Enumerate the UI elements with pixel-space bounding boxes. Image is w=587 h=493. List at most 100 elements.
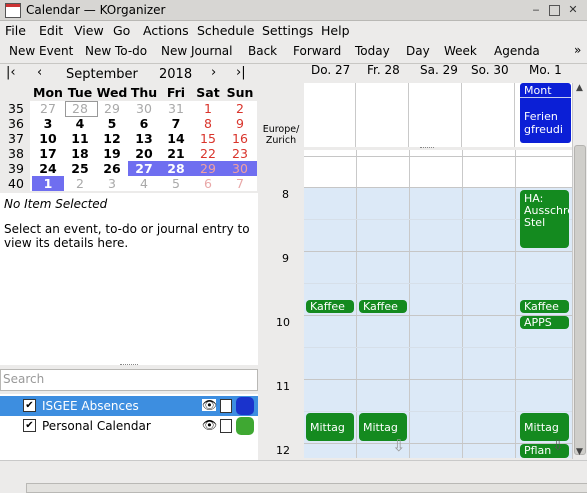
event-kaffee-mo[interactable]: Kaffee [520,300,569,313]
last-month-icon[interactable]: ›| [236,65,246,80]
maximize-button[interactable] [549,5,560,16]
day-header-sa29[interactable]: Sa. 29 [420,63,458,77]
more-events-arrow-icon[interactable]: ⇩ [552,438,564,454]
date-cell[interactable]: 4 [64,116,96,131]
menu-schedule[interactable]: Schedule [197,23,254,38]
day-header-so30[interactable]: So. 30 [471,63,509,77]
event-mittag-mo[interactable]: Mittag [520,413,569,441]
date-cell[interactable]: 13 [128,131,160,146]
menu-view[interactable]: View [74,23,104,38]
date-cell[interactable]: 30 [224,161,256,176]
today-button[interactable]: Today [355,44,390,58]
personal-color-swatch[interactable] [236,417,254,435]
date-cell[interactable]: 5 [160,176,192,191]
date-cell[interactable]: 27 [32,101,64,116]
date-cell[interactable]: 15 [192,131,224,146]
first-month-icon[interactable]: |‹ [6,65,16,80]
minimize-button[interactable]: ‒ [529,3,543,16]
menu-file[interactable]: File [5,23,26,38]
date-cell[interactable]: 19 [96,146,128,161]
date-cell[interactable]: 2 [64,176,96,191]
eye-icon[interactable]: 👁 [202,399,217,411]
event-mittag-do[interactable]: Mittag [306,413,354,441]
forward-button[interactable]: Forward [293,44,341,58]
week-number[interactable]: 40 [4,176,28,191]
close-button[interactable]: ✕ [566,3,580,16]
date-cell[interactable]: 7 [160,116,192,131]
menu-actions[interactable]: Actions [143,23,189,38]
date-cell[interactable]: 1 [32,176,64,191]
date-cell[interactable]: 28 [160,161,192,176]
bookmark-icon[interactable] [220,399,232,413]
new-journal-button[interactable]: New Journal [161,44,233,58]
date-cell[interactable]: 24 [32,161,64,176]
date-cell[interactable]: 7 [224,176,256,191]
date-cell[interactable]: 12 [96,131,128,146]
date-cell[interactable]: 23 [224,146,256,161]
allday-splitter[interactable] [420,147,434,149]
date-cell[interactable]: 3 [96,176,128,191]
week-number[interactable]: 39 [4,161,28,176]
bookmark-icon[interactable] [220,419,232,433]
menu-help[interactable]: Help [321,23,350,38]
event-apps[interactable]: APPS [520,316,569,329]
date-cell[interactable]: 8 [192,116,224,131]
isgee-checkbox[interactable]: ✔ [23,399,36,412]
menu-settings[interactable]: Settings [262,23,313,38]
date-cell[interactable]: 26 [96,161,128,176]
day-header-do27[interactable]: Do. 27 [311,63,350,77]
event-kaffee-fr[interactable]: Kaffee [359,300,407,313]
new-event-button[interactable]: New Event [9,44,73,58]
week-number[interactable]: 35 [4,101,28,116]
date-cell[interactable]: 29 [192,161,224,176]
previous-month-icon[interactable]: ‹ [37,65,42,80]
date-cell[interactable]: 20 [128,146,160,161]
calendar-search-field[interactable]: Search [0,369,258,391]
week-view-button[interactable]: Week [444,44,477,58]
day-header-fr28[interactable]: Fr. 28 [367,63,400,77]
scroll-down-icon[interactable]: ▼ [576,447,583,457]
scroll-down-arrow-icon[interactable]: ⇩ [392,438,405,454]
menu-go[interactable]: Go [113,23,130,38]
date-cell[interactable]: 21 [160,146,192,161]
date-cell[interactable]: 1 [192,101,224,116]
date-cell[interactable]: 2 [224,101,256,116]
date-cell[interactable]: 28 [64,101,96,116]
date-cell[interactable]: 10 [32,131,64,146]
back-button[interactable]: Back [248,44,277,58]
personal-checkbox[interactable]: ✔ [23,419,36,432]
day-header-mo1[interactable]: Mo. 1 [529,63,562,77]
day-view-button[interactable]: Day [406,44,430,58]
month-selector[interactable]: September [66,67,138,82]
date-cell[interactable]: 17 [32,146,64,161]
date-cell[interactable]: 18 [64,146,96,161]
week-number[interactable]: 36 [4,116,28,131]
agenda-scrollbar[interactable]: ▲ ▼ [572,83,587,459]
date-cell[interactable]: 3 [32,116,64,131]
week-number[interactable]: 38 [4,146,28,161]
menu-edit[interactable]: Edit [39,23,63,38]
date-cell[interactable]: 27 [128,161,160,176]
date-cell[interactable]: 30 [128,101,160,116]
date-cell[interactable]: 25 [64,161,96,176]
event-kaffee-do[interactable]: Kaffee [306,300,354,313]
isgee-color-swatch[interactable] [236,397,254,415]
eye-icon[interactable]: 👁 [202,419,217,431]
date-cell[interactable]: 9 [224,116,256,131]
week-number[interactable]: 37 [4,131,28,146]
splitter-handle[interactable] [120,364,138,367]
scrollbar-thumb[interactable] [574,145,586,455]
event-ha-ausschreibung[interactable]: HA: Ausschreibung Stel [520,190,569,248]
new-todo-button[interactable]: New To-do [85,44,147,58]
date-cell[interactable]: 31 [160,101,192,116]
date-cell[interactable]: 5 [96,116,128,131]
date-cell[interactable]: 22 [192,146,224,161]
date-cell[interactable]: 4 [128,176,160,191]
toolbar-overflow-icon[interactable]: » [574,43,581,57]
date-cell[interactable]: 29 [96,101,128,116]
agenda-time-grid[interactable]: HA: Ausschreibung Stel Kaffee Kaffee Kaf… [304,150,572,458]
scroll-up-icon[interactable]: ▲ [576,83,583,93]
date-cell[interactable]: 11 [64,131,96,146]
date-cell[interactable]: 14 [160,131,192,146]
allday-event-ferien[interactable]: Mont Ferien gfreudi [520,83,571,143]
